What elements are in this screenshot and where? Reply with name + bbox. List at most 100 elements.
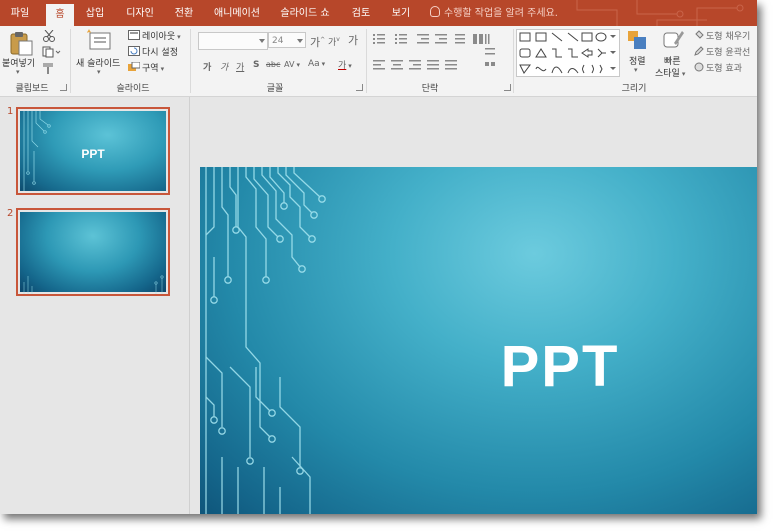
shape-effects-icon [694, 62, 704, 72]
decrease-indent-icon [417, 34, 429, 44]
tell-me-box[interactable]: 수행할 작업을 알려 주세요. [430, 0, 558, 26]
character-spacing-button[interactable]: AV ▾ [284, 60, 300, 69]
shape-fill-button[interactable]: 도형 채우기 [706, 29, 750, 42]
align-center-icon [391, 60, 403, 70]
layout-icon [128, 30, 140, 40]
justify-icon [427, 60, 439, 70]
ribbon-separator [70, 29, 71, 93]
copy-icon[interactable] [42, 46, 62, 58]
slide-thumbnail-1[interactable]: PPT [16, 107, 170, 195]
text-shadow-button[interactable]: S [253, 60, 259, 70]
quick-styles-button-line2[interactable]: 스타일 ▾ [655, 66, 685, 79]
pencil-icon [694, 46, 704, 56]
new-slide-dropdown-arrow[interactable]: ▾ [97, 68, 101, 76]
chevron-down-icon[interactable] [259, 39, 265, 43]
tab-insert[interactable]: 삽입 [78, 0, 112, 26]
quick-styles-icon [663, 31, 684, 48]
text-direction-icon [485, 34, 490, 44]
chevron-down-icon[interactable] [297, 39, 303, 43]
section-icon [128, 62, 140, 71]
clipboard-dialog-launcher[interactable] [60, 84, 67, 91]
layout-button[interactable]: 레이아웃 ▾ [142, 29, 181, 42]
grow-font-label: 가 [310, 36, 321, 49]
group-label-slides: 슬라이드 [116, 84, 150, 94]
section-button[interactable]: 구역 ▾ [142, 61, 164, 74]
tab-review[interactable]: 검토 [344, 0, 378, 26]
slide-editing-pane[interactable]: PPT [190, 97, 757, 514]
character-spacing-label: AV [284, 60, 295, 69]
current-slide[interactable]: PPT [200, 167, 757, 514]
numbering-icon [395, 34, 407, 44]
lightbulb-icon [430, 6, 440, 17]
tab-file[interactable]: 파일 [0, 0, 40, 26]
font-size-input[interactable]: 24 [268, 32, 306, 48]
ribbon-separator [190, 29, 191, 93]
align-left-icon [373, 60, 385, 70]
bold-button[interactable]: 가 [203, 60, 211, 73]
change-case-label: Aa [308, 59, 320, 69]
tab-design[interactable]: 디자인 [118, 0, 162, 26]
group-label-font: 글꼴 [266, 84, 284, 94]
new-slide-icon [87, 29, 111, 50]
section-label: 구역 [142, 64, 159, 74]
tab-slideshow[interactable]: 슬라이드 쇼 [274, 0, 336, 26]
paragraph-dialog-launcher[interactable] [504, 84, 511, 91]
format-painter-icon[interactable] [42, 62, 56, 74]
font-size-value: 24 [272, 36, 284, 46]
paste-dropdown-arrow[interactable]: ▾ [16, 68, 20, 76]
clear-formatting-button[interactable]: 가 [348, 32, 358, 48]
slide-thumbnail-title: PPT [81, 147, 105, 161]
line-spacing-icon [455, 34, 465, 44]
distributed-icon [445, 60, 457, 70]
paint-bucket-icon [695, 30, 704, 39]
tab-animations[interactable]: 애니메이션 [207, 0, 267, 26]
layout-label: 레이아웃 [142, 32, 176, 42]
slide-thumbnail-pane[interactable]: 1 PPT 2 [0, 97, 190, 514]
tab-transitions[interactable]: 전환 [166, 0, 202, 26]
italic-button[interactable]: 가 [220, 60, 228, 73]
columns-icon [473, 34, 483, 44]
font-name-input[interactable] [198, 32, 268, 50]
shape-effects-button[interactable]: 도형 효과 [706, 61, 742, 74]
align-text-icon [485, 48, 495, 55]
group-label-drawing: 그리기 [621, 84, 647, 94]
paragraph-controls [373, 34, 495, 70]
shapes-gallery[interactable] [516, 29, 620, 77]
clear-formatting-label: 가 [348, 34, 359, 47]
slide-thumbnail-background [20, 212, 166, 294]
font-color-button[interactable]: 가 ▾ [338, 58, 352, 71]
reset-icon [128, 46, 140, 56]
slide-title[interactable]: PPT [490, 333, 630, 400]
font-dialog-launcher[interactable] [356, 84, 363, 91]
smartart-icon [485, 62, 495, 66]
cut-icon[interactable] [42, 30, 56, 42]
slide-thumbnail-background: PPT [20, 111, 166, 191]
shape-outline-button[interactable]: 도형 윤곽선 [706, 45, 750, 58]
shrink-font-button[interactable]: 가v [328, 35, 340, 48]
reset-label: 다시 설정 [142, 48, 178, 58]
slide-thumbnail-2[interactable] [16, 208, 170, 296]
reset-button[interactable]: 다시 설정 [142, 45, 178, 58]
change-case-button[interactable]: Aa ▾ [308, 59, 325, 69]
group-label-clipboard: 클립보드 [15, 84, 49, 94]
circuit-pattern-decoration [576, 0, 744, 26]
font-color-label: 가 [338, 61, 347, 71]
tab-view[interactable]: 보기 [384, 0, 418, 26]
arrange-dropdown-arrow[interactable]: ▾ [634, 66, 638, 74]
grow-font-button[interactable]: 가^ [310, 34, 325, 50]
increase-indent-icon [435, 34, 447, 44]
paste-icon [10, 32, 33, 56]
align-right-icon [409, 60, 421, 70]
circuit-pattern-decoration [205, 167, 326, 514]
group-label-paragraph: 단락 [421, 84, 439, 94]
arrange-icon [628, 31, 646, 49]
ribbon-home: 붙여넣기 ▾ 클립보드 새 슬라이드 ▾ 레이아웃 ▾ 다시 설정 구역 ▾ 슬라이… [0, 26, 757, 97]
ribbon-separator [366, 29, 367, 93]
slide-number: 1 [7, 106, 14, 117]
bullets-icon [373, 34, 385, 44]
slide-number: 2 [7, 208, 14, 219]
strikethrough-button[interactable]: abc [266, 60, 280, 69]
tell-me-text: 수행할 작업을 알려 주세요. [444, 8, 558, 19]
underline-button[interactable]: 가 [236, 60, 244, 73]
tab-home[interactable]: 홈 [46, 4, 74, 26]
